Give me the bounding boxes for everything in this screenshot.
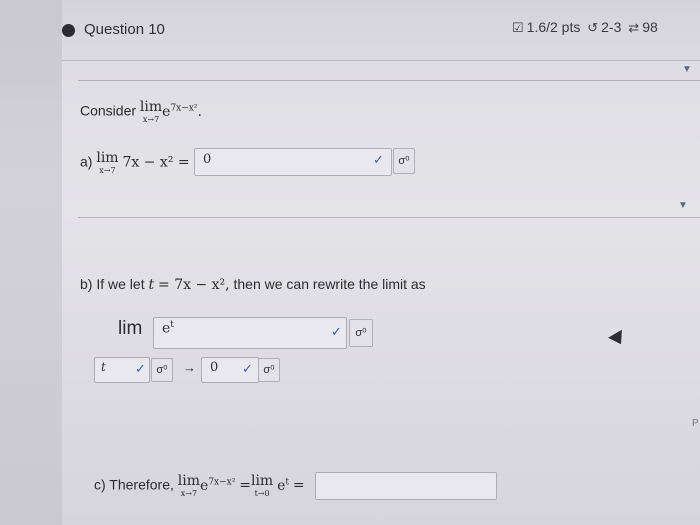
- part-a-line: a) lim x→7 7x − x² =: [80, 150, 190, 175]
- retry-text: 2-3: [601, 19, 622, 35]
- part-b-expr-value: et: [162, 320, 174, 337]
- retry-icon: ↺: [587, 20, 599, 35]
- edge-letter: P: [692, 418, 699, 429]
- intro-expr: e7x−x².: [162, 103, 202, 120]
- part-c-line: c) Therefore, lim x→7 e7x−x² =lim t→0 et =: [94, 473, 305, 498]
- dropdown-caret-icon-2[interactable]: ▼: [678, 200, 688, 211]
- part-b-limit-check-icon: ✓: [242, 361, 253, 376]
- part-c-limit-2: lim t→0: [250, 473, 274, 498]
- part-a-check-icon: ✓: [373, 152, 384, 167]
- part-c-answer-field[interactable]: [315, 472, 497, 500]
- intro-line: Consider lim x→7 e7x−x².: [80, 100, 202, 124]
- part-b-lim-word: lim: [118, 318, 143, 339]
- part-a-expr: 7x − x² =: [122, 154, 190, 171]
- part-b-var-check-icon: ✓: [135, 361, 146, 376]
- part-b-limit-value: 0: [210, 360, 219, 375]
- score-text: 1.6/2 pts: [526, 19, 581, 35]
- part-b-expr-check-icon: ✓: [331, 324, 342, 339]
- part-b-expr-sigma-button[interactable]: σ⁰: [349, 319, 373, 347]
- part-a-answer-value: 0: [203, 152, 212, 167]
- dropdown-caret-icon[interactable]: ▼: [682, 64, 692, 75]
- part-a-limit: lim x→7: [96, 150, 119, 175]
- part-b-var-sigma-button[interactable]: σ⁰: [151, 358, 173, 382]
- question-title: Question 10: [84, 21, 165, 38]
- checkbox-icon: ☑: [512, 20, 524, 35]
- question-meta: ☑ 1.6/2 pts ↺ 2-3 ⇄ 98: [512, 19, 661, 36]
- divider-top: [78, 80, 700, 81]
- question-card: [62, 0, 700, 525]
- question-bullet: [62, 24, 75, 37]
- intro-prefix: Consider: [80, 102, 137, 119]
- intro-limit: lim x→7: [139, 99, 163, 124]
- part-a-sigma-button[interactable]: σ⁰: [393, 148, 415, 174]
- divider-mid: [78, 217, 700, 218]
- part-b-arrow: →: [183, 360, 196, 375]
- part-b-var-value: t: [101, 360, 106, 374]
- sync-icon: ⇄: [628, 20, 640, 35]
- sync-text: 98: [642, 19, 658, 35]
- part-b-line: b) If we let t = 7x − x², then we can re…: [80, 276, 426, 293]
- part-b-limit-sigma-button[interactable]: σ⁰: [258, 358, 280, 382]
- part-b-expr-field[interactable]: [153, 317, 347, 349]
- part-a-answer-field[interactable]: [194, 148, 392, 176]
- part-c-limit-1: lim x→7: [177, 473, 201, 498]
